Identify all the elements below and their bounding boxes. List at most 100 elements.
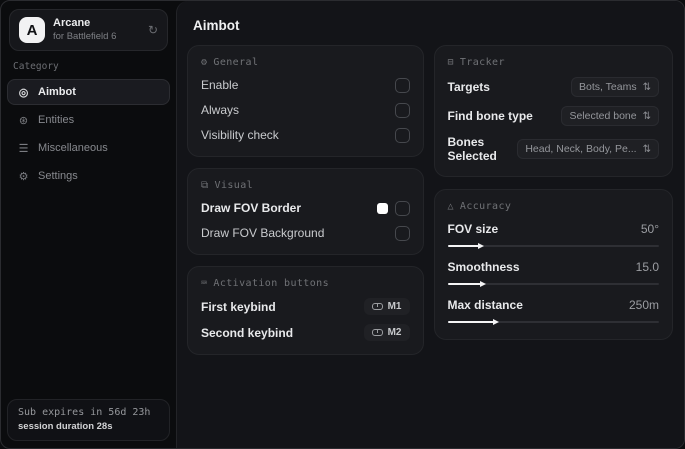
activation-card-header: ⌨ Activation buttons: [201, 278, 410, 289]
sidebar-item-settings[interactable]: ⚙ Settings: [7, 163, 170, 189]
find-bone-type-dropdown[interactable]: Selected bone ⇅: [561, 106, 659, 126]
setting-row-enable: Enable: [201, 77, 410, 93]
setting-label: Smoothness: [447, 260, 520, 274]
unfold-icon: ⇅: [642, 110, 651, 122]
sidebar-item-label: Entities: [38, 114, 75, 126]
accuracy-card-header: △ Accuracy: [448, 201, 660, 212]
row-controls: [376, 200, 410, 216]
gear-icon: ⚙: [18, 170, 29, 183]
app-subtitle: for Battlefield 6: [53, 30, 117, 42]
sidebar-item-miscellaneous[interactable]: ☰ Miscellaneous: [7, 135, 170, 161]
triangle-icon: △: [447, 201, 454, 212]
setting-row-always: Always: [201, 102, 410, 118]
left-column: ⚙ General Enable Always Visibility check: [187, 45, 424, 355]
overlay-icon: ⧉: [201, 180, 209, 191]
keybind-value: M2: [387, 327, 402, 338]
targets-dropdown[interactable]: Bots, Teams ⇅: [571, 77, 659, 97]
sub-expiry-text: Sub expires in 56d 23h: [18, 407, 151, 418]
crosshair-icon: ◎: [18, 86, 29, 99]
setting-row-find-bone-type: Find bone type Selected bone ⇅: [447, 106, 659, 126]
brand-text: Arcane for Battlefield 6: [53, 17, 140, 43]
slider-thumb[interactable]: [447, 243, 484, 249]
smoothness-slider[interactable]: [447, 280, 659, 288]
setting-label: Enable: [201, 78, 239, 92]
content-columns: ⚙ General Enable Always Visibility check: [177, 33, 684, 355]
keyboard-icon: ⌨: [201, 278, 208, 289]
page-title: Aimbot: [193, 18, 240, 33]
setting-label: Draw FOV Border: [201, 201, 302, 215]
setting-value: 250m: [628, 298, 659, 312]
setting-row-fov-size: FOV size 50°: [447, 222, 659, 250]
bones-selected-dropdown[interactable]: Head, Neck, Body, Pe... ⇅: [517, 139, 659, 159]
setting-value: 50°: [640, 222, 659, 236]
sidebar-item-label: Miscellaneous: [38, 142, 108, 154]
setting-row-visibility-check: Visibility check: [201, 127, 410, 143]
app-logo: A: [19, 17, 45, 43]
unfold-icon: ⇅: [642, 143, 651, 155]
app-name: Arcane: [53, 17, 91, 30]
first-keybind-button[interactable]: M1: [363, 298, 410, 315]
setting-label: Second keybind: [201, 325, 294, 340]
activation-buttons-card: ⌨ Activation buttons First keybind M1 Se…: [187, 266, 424, 355]
sidebar-item-entities[interactable]: ⊛ Entities: [7, 107, 170, 133]
refresh-icon[interactable]: ↻: [148, 23, 158, 37]
setting-value: 15.0: [635, 260, 659, 274]
enable-checkbox[interactable]: [394, 77, 410, 93]
setting-label: Find bone type: [447, 109, 533, 123]
sidebar-nav: ◎ Aimbot ⊛ Entities ☰ Miscellaneous ⚙ Se…: [1, 79, 176, 189]
unfold-icon: ⇅: [642, 81, 651, 93]
dropdown-value: Head, Neck, Body, Pe...: [525, 143, 637, 155]
color-swatch[interactable]: [376, 202, 388, 214]
card-title: Tracker: [459, 57, 505, 68]
tracker-icon: ⊟: [447, 57, 454, 68]
setting-label: Visibility check: [201, 128, 279, 142]
visibility-check-checkbox[interactable]: [394, 127, 410, 143]
fov-size-slider[interactable]: [447, 242, 659, 250]
tracker-card: ⊟ Tracker Targets Bots, Teams ⇅ Find bon…: [433, 45, 673, 177]
visual-card-header: ⧉ Visual: [201, 180, 410, 191]
setting-row-max-distance: Max distance 250m: [447, 298, 659, 326]
sidebar: A Arcane for Battlefield 6 ↻ Category ◎ …: [1, 1, 176, 448]
max-distance-slider[interactable]: [447, 318, 659, 326]
setting-label: Targets: [447, 80, 490, 94]
setting-label: Draw FOV Background: [201, 226, 325, 240]
setting-row-second-keybind: Second keybind M2: [201, 324, 410, 341]
main-panel: Aimbot ⚙ General Enable Always Visibilit…: [176, 1, 684, 448]
slider-thumb[interactable]: [447, 319, 499, 325]
subscription-box: Sub expires in 56d 23h session duration …: [7, 399, 170, 441]
sidebar-item-label: Aimbot: [38, 86, 76, 98]
setting-row-draw-fov-background: Draw FOV Background: [201, 225, 410, 241]
setting-row-first-keybind: First keybind M1: [201, 298, 410, 315]
always-checkbox[interactable]: [394, 102, 410, 118]
draw-fov-border-checkbox[interactable]: [394, 200, 410, 216]
setting-row-draw-fov-border: Draw FOV Border: [201, 200, 410, 216]
entities-icon: ⊛: [18, 114, 29, 127]
sidebar-item-aimbot[interactable]: ◎ Aimbot: [7, 79, 170, 105]
card-title: Activation buttons: [213, 278, 329, 289]
visual-card: ⧉ Visual Draw FOV Border Draw FOV Backgr…: [187, 168, 424, 255]
mouse-icon: [371, 329, 383, 336]
dropdown-value: Selected bone: [569, 110, 637, 122]
setting-label: Bones Selected: [447, 135, 497, 163]
session-duration-text: session duration 28s: [18, 421, 113, 432]
app-window: A Arcane for Battlefield 6 ↻ Category ◎ …: [0, 0, 685, 449]
card-title: Visual: [214, 180, 254, 191]
tracker-card-header: ⊟ Tracker: [448, 57, 660, 68]
setting-label: FOV size: [447, 222, 499, 236]
setting-label: Always: [201, 103, 240, 117]
right-column: ⊟ Tracker Targets Bots, Teams ⇅ Find bon…: [433, 45, 673, 340]
setting-row-targets: Targets Bots, Teams ⇅: [447, 77, 659, 97]
brand-card: A Arcane for Battlefield 6 ↻: [9, 9, 168, 51]
gear-icon: ⚙: [201, 57, 208, 68]
keybind-value: M1: [387, 301, 402, 312]
sidebar-item-label: Settings: [38, 170, 78, 182]
second-keybind-button[interactable]: M2: [363, 324, 410, 341]
general-card-header: ⚙ General: [201, 57, 410, 68]
slider-thumb[interactable]: [447, 281, 487, 287]
setting-row-smoothness: Smoothness 15.0: [447, 260, 659, 288]
setting-label: Max distance: [447, 298, 523, 312]
card-title: General: [213, 57, 259, 68]
accuracy-card: △ Accuracy FOV size 50° Smoothness 15.0 …: [433, 189, 673, 340]
card-title: Accuracy: [459, 201, 512, 212]
draw-fov-background-checkbox[interactable]: [394, 225, 410, 241]
